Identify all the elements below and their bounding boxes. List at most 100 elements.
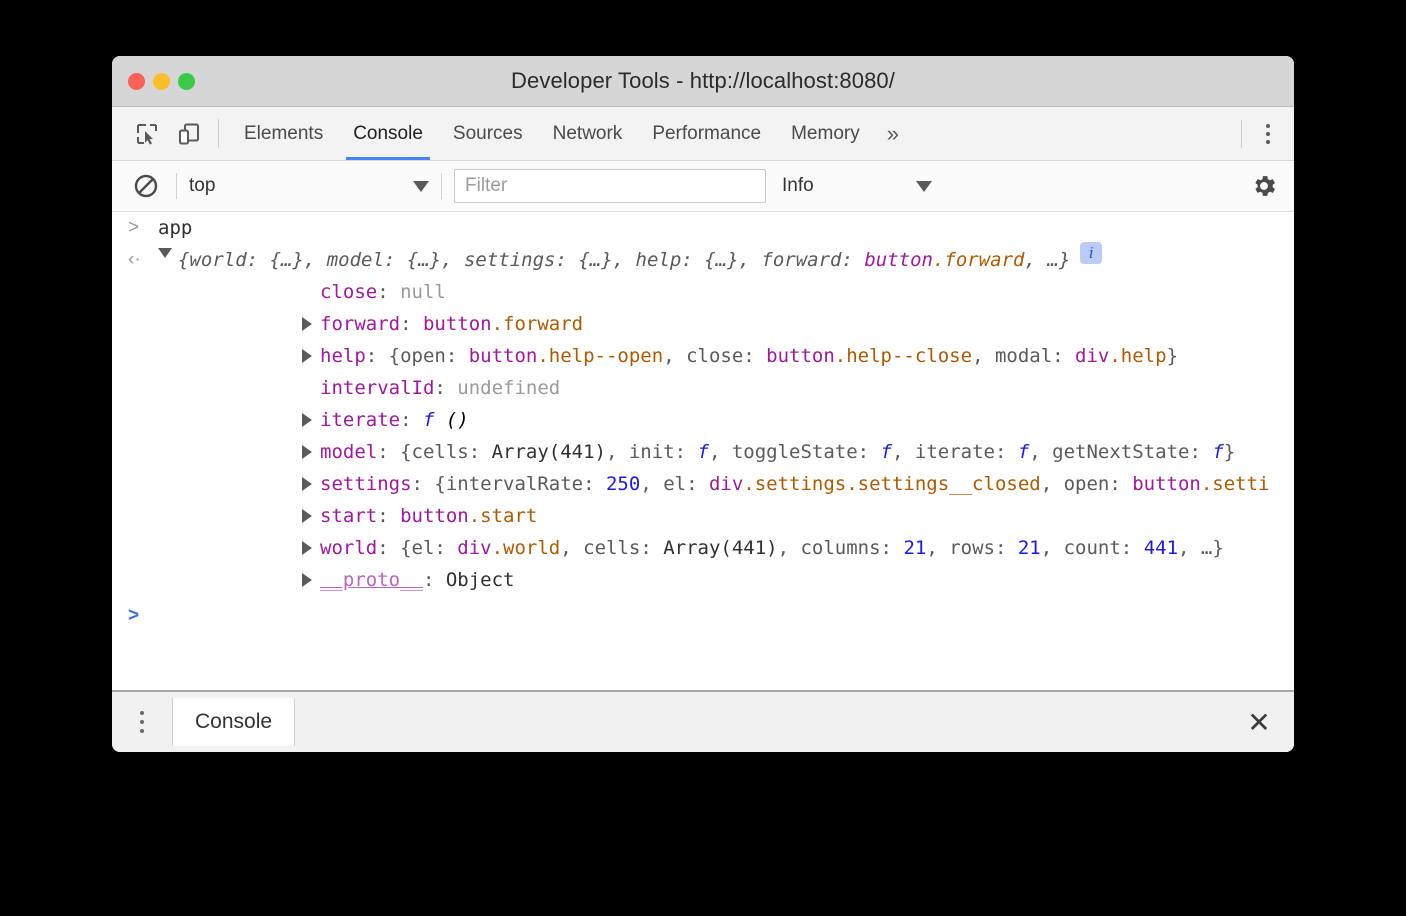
object-property-row[interactable]: world: {el: div.world, cells: Array(441)… xyxy=(112,532,1294,564)
token: , iterate: xyxy=(892,441,1018,463)
token: undefined xyxy=(457,377,560,399)
token: __proto__ xyxy=(320,569,423,591)
console-prompt-row[interactable]: > xyxy=(112,600,1294,632)
tab-console[interactable]: Console xyxy=(338,107,438,160)
token: , …} xyxy=(1025,249,1071,271)
drawer-tab-console[interactable]: Console xyxy=(172,698,295,746)
token: 250 xyxy=(606,473,640,495)
expand-property-toggle[interactable] xyxy=(302,477,312,491)
property-text: close: null xyxy=(302,276,446,308)
token: help xyxy=(320,345,366,367)
token: , close: xyxy=(663,345,766,367)
object-property-row[interactable]: __proto__: Object xyxy=(112,564,1294,596)
log-level-select[interactable]: Info xyxy=(782,175,932,197)
console-message-list[interactable]: > app ‹· {world: {…}, model: {…}, settin… xyxy=(112,212,1294,690)
property-text: world: {el: div.world, cells: Array(441)… xyxy=(302,532,1224,564)
close-glyph: ✕ xyxy=(1247,706,1270,739)
traffic-lights xyxy=(112,73,195,90)
token: f xyxy=(423,409,434,431)
prompt-caret-icon: > xyxy=(128,600,158,632)
title-bar: Developer Tools - http://localhost:8080/ xyxy=(112,56,1294,107)
expand-property-toggle[interactable] xyxy=(302,509,312,523)
token: null xyxy=(400,281,446,303)
drawer-tab-label: Console xyxy=(195,710,272,734)
token: .setti xyxy=(1201,473,1270,495)
token: , open: xyxy=(1041,473,1133,495)
object-property-row[interactable]: forward: button.forward xyxy=(112,308,1294,340)
execution-context-value: top xyxy=(189,175,413,197)
token: button xyxy=(864,249,933,271)
tab-memory[interactable]: Memory xyxy=(776,107,875,160)
object-property-row[interactable]: settings: {intervalRate: 250, el: div.se… xyxy=(112,468,1294,500)
expand-property-toggle[interactable] xyxy=(302,573,312,587)
expand-property-toggle[interactable] xyxy=(302,445,312,459)
token: , el: xyxy=(640,473,709,495)
tab-label: Sources xyxy=(453,123,523,145)
expand-property-toggle[interactable] xyxy=(302,317,312,331)
close-icon[interactable]: ✕ xyxy=(1224,692,1294,752)
console-filter-toolbar: top Filter Info xyxy=(112,161,1294,212)
object-property-list: close: nullforward: button.forwardhelp: … xyxy=(112,276,1294,596)
gear-icon[interactable] xyxy=(1244,172,1284,200)
object-property-row[interactable]: close: null xyxy=(112,276,1294,308)
token: .settings.settings__closed xyxy=(743,473,1040,495)
panel-tabs: Elements Console Sources Network Perform… xyxy=(229,107,911,160)
expand-property-toggle[interactable] xyxy=(302,541,312,555)
token: .world xyxy=(492,537,561,559)
object-property-row[interactable]: iterate: f () xyxy=(112,404,1294,436)
device-toolbar-icon[interactable] xyxy=(168,107,210,160)
property-text: help: {open: button.help--open, close: b… xyxy=(302,340,1178,372)
filter-input[interactable]: Filter xyxy=(454,169,766,203)
token: } xyxy=(1167,345,1178,367)
token: : xyxy=(423,569,446,591)
tab-elements[interactable]: Elements xyxy=(229,107,338,160)
drawer-kebab-menu-icon[interactable] xyxy=(112,692,172,752)
inspect-element-icon[interactable] xyxy=(126,107,168,160)
expand-property-toggle[interactable] xyxy=(302,413,312,427)
object-property-row[interactable]: start: button.start xyxy=(112,500,1294,532)
object-property-row[interactable]: intervalId: undefined xyxy=(112,372,1294,404)
more-tabs-button[interactable]: » xyxy=(875,107,911,160)
property-text: settings: {intervalRate: 250, el: div.se… xyxy=(302,468,1270,500)
property-text: __proto__: Object xyxy=(302,564,514,596)
filter-placeholder: Filter xyxy=(465,175,507,197)
property-text: start: button.start xyxy=(302,500,537,532)
tab-sources[interactable]: Sources xyxy=(438,107,538,160)
token: : {open: xyxy=(366,345,469,367)
token: button xyxy=(423,313,492,335)
token: : xyxy=(377,505,400,527)
toolbar-divider xyxy=(441,173,442,199)
close-window-button[interactable] xyxy=(128,73,145,90)
token: , modal: xyxy=(972,345,1075,367)
tab-performance[interactable]: Performance xyxy=(637,107,776,160)
expand-object-toggle[interactable] xyxy=(158,248,172,258)
token: .start xyxy=(469,505,538,527)
info-badge[interactable]: i xyxy=(1080,242,1102,264)
property-text: intervalId: undefined xyxy=(302,372,560,404)
object-property-row[interactable]: help: {open: button.help--open, close: b… xyxy=(112,340,1294,372)
console-input-expression: app xyxy=(158,212,192,244)
token: Array(441) xyxy=(492,441,606,463)
token: button xyxy=(400,505,469,527)
token: () xyxy=(434,409,468,431)
property-text: iterate: f () xyxy=(302,404,469,436)
result-marker-icon: ‹· xyxy=(128,244,158,276)
object-preview[interactable]: {world: {…}, model: {…}, settings: {…}, … xyxy=(178,244,1070,276)
zoom-window-button[interactable] xyxy=(178,73,195,90)
token: : xyxy=(377,281,400,303)
token: f xyxy=(698,441,709,463)
token: .help--close xyxy=(835,345,972,367)
token: div xyxy=(709,473,743,495)
kebab-menu-icon[interactable] xyxy=(1248,124,1288,144)
console-result-row: ‹· {world: {…}, model: {…}, settings: {…… xyxy=(112,244,1294,276)
panel-tab-bar: Elements Console Sources Network Perform… xyxy=(112,107,1294,161)
clear-console-icon[interactable] xyxy=(128,173,164,199)
object-property-row[interactable]: model: {cells: Array(441), init: f, togg… xyxy=(112,436,1294,468)
expand-property-toggle[interactable] xyxy=(302,349,312,363)
execution-context-select[interactable]: top xyxy=(189,175,429,197)
tab-network[interactable]: Network xyxy=(538,107,638,160)
token: , count: xyxy=(1041,537,1144,559)
tab-label: Performance xyxy=(652,123,761,145)
minimize-window-button[interactable] xyxy=(153,73,170,90)
token: div xyxy=(1075,345,1109,367)
